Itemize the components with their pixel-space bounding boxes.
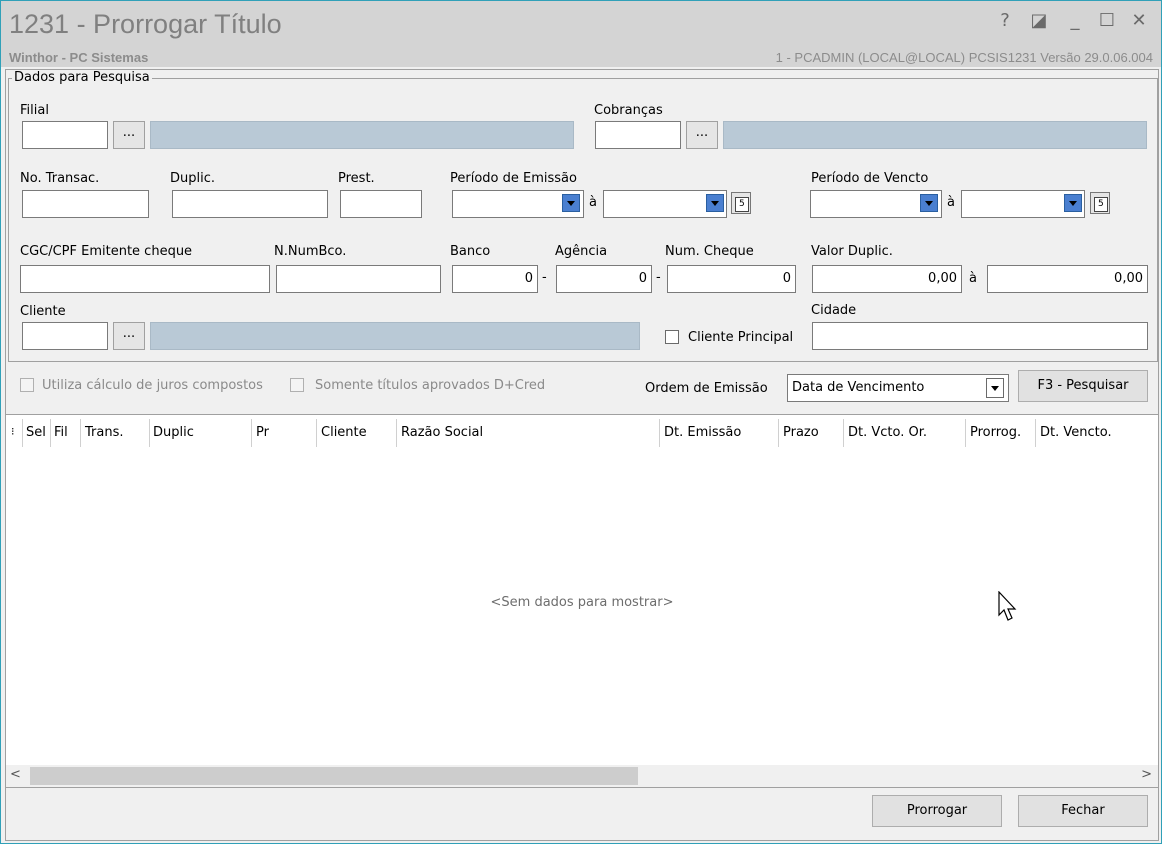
agencia-dash: - — [656, 270, 661, 285]
filial-description — [150, 121, 574, 149]
cliente-label: Cliente — [20, 304, 66, 319]
cobrancas-lookup-button[interactable]: ... — [686, 121, 718, 149]
horizontal-scrollbar[interactable]: < > — [6, 765, 1158, 787]
column-header-duplic[interactable]: Duplic — [153, 425, 194, 440]
aprovados-label: Somente títulos aprovados D+Cred — [315, 378, 546, 393]
num-cheque-label: Num. Cheque — [665, 244, 754, 259]
column-header-dt-vencto[interactable]: Dt. Vencto. — [1040, 425, 1112, 440]
periodo-emissao-label: Período de Emissão — [450, 171, 577, 186]
cliente-input[interactable] — [22, 322, 108, 350]
window-title: 1231 - Prorrogar Título — [9, 9, 282, 39]
grid-menu-icon[interactable]: ⁝ — [11, 425, 15, 438]
aprovados-checkbox[interactable] — [290, 378, 304, 392]
no-transac-input[interactable] — [22, 190, 149, 218]
ordem-emissao-select[interactable]: Data de Vencimento — [787, 374, 1009, 402]
pesquisar-button[interactable]: F3 - Pesquisar — [1018, 370, 1148, 402]
agencia-input[interactable]: 0 — [556, 265, 652, 293]
title-bar: 1231 - Prorrogar Título Winthor - PC Sis… — [1, 1, 1161, 67]
maximize-button[interactable]: ☐ — [1095, 9, 1119, 33]
scrollbar-thumb[interactable] — [30, 767, 638, 785]
valor-duplic-label: Valor Duplic. — [811, 244, 893, 259]
juros-compostos-checkbox[interactable] — [20, 378, 34, 392]
banco-dash: - — [542, 270, 547, 285]
scroll-right-icon[interactable]: > — [1141, 767, 1152, 782]
cgc-label: CGC/CPF Emitente cheque — [20, 244, 193, 259]
app-subtitle: Winthor - PC Sistemas — [9, 50, 149, 65]
chevron-down-icon[interactable] — [562, 194, 580, 212]
prest-input[interactable] — [340, 190, 422, 218]
chevron-down-icon[interactable] — [706, 194, 724, 212]
cobrancas-input[interactable] — [595, 121, 681, 149]
valor-to-label: à — [969, 271, 977, 286]
emissao-to-label: à — [589, 195, 597, 210]
column-header-razao-social[interactable]: Razão Social — [401, 425, 483, 440]
cliente-description — [150, 322, 640, 350]
duplic-input[interactable] — [172, 190, 328, 218]
scroll-left-icon[interactable]: < — [10, 767, 21, 782]
banco-label: Banco — [450, 244, 491, 259]
content-panel: Dados para Pesquisa Filial ... Cobranças… — [5, 69, 1159, 841]
column-header-prazo[interactable]: Prazo — [783, 425, 819, 440]
fechar-button[interactable]: Fechar — [1018, 795, 1148, 827]
column-header-prorrog[interactable]: Prorrog. — [970, 425, 1021, 440]
filial-lookup-button[interactable]: ... — [113, 121, 145, 149]
periodo-vencto-label: Período de Vencto — [811, 171, 929, 186]
results-grid[interactable]: ⁝ Sel Fil Trans. Duplic Pr Cliente Razão… — [6, 414, 1158, 788]
prest-label: Prest. — [338, 171, 375, 186]
chevron-down-icon[interactable] — [986, 378, 1004, 398]
mouse-cursor-icon — [998, 591, 1017, 621]
chevron-down-icon[interactable] — [1064, 194, 1082, 212]
restore-icon[interactable]: ◪ — [1027, 9, 1051, 33]
column-header-pr[interactable]: Pr — [256, 425, 269, 440]
cliente-principal-checkbox[interactable] — [665, 330, 679, 344]
chevron-down-icon[interactable] — [920, 194, 938, 212]
session-info: 1 - PCADMIN (LOCAL@LOCAL) PCSIS1231 Vers… — [775, 50, 1153, 65]
cliente-principal-label: Cliente Principal — [688, 330, 794, 345]
calendar-icon[interactable] — [1090, 192, 1110, 214]
calendar-icon[interactable] — [731, 192, 751, 214]
help-button[interactable]: ? — [993, 9, 1017, 33]
cobrancas-label: Cobranças — [594, 103, 663, 118]
column-header-sel[interactable]: Sel — [26, 425, 46, 440]
juros-compostos-label: Utiliza cálculo de juros compostos — [42, 378, 263, 393]
cobrancas-description — [723, 121, 1147, 149]
column-header-fil[interactable]: Fil — [54, 425, 68, 440]
banco-input[interactable]: 0 — [452, 265, 538, 293]
valor-to-input[interactable]: 0,00 — [987, 265, 1148, 293]
prorrogar-button[interactable]: Prorrogar — [872, 795, 1002, 827]
cliente-lookup-button[interactable]: ... — [113, 322, 145, 350]
filial-input[interactable] — [22, 121, 108, 149]
main-window: 1231 - Prorrogar Título Winthor - PC Sis… — [0, 0, 1162, 844]
duplic-label: Duplic. — [170, 171, 216, 186]
ordem-emissao-value: Data de Vencimento — [792, 380, 925, 395]
search-group-title: Dados para Pesquisa — [12, 70, 152, 85]
column-header-dt-emissao[interactable]: Dt. Emissão — [664, 425, 741, 440]
filial-label: Filial — [20, 103, 49, 118]
vencto-to-label: à — [947, 195, 955, 210]
cgc-input[interactable] — [20, 265, 270, 293]
close-button[interactable]: ✕ — [1127, 9, 1151, 33]
column-header-cliente[interactable]: Cliente — [321, 425, 367, 440]
minimize-button[interactable]: _ — [1063, 9, 1087, 33]
column-header-trans[interactable]: Trans. — [85, 425, 124, 440]
empty-message: <Sem dados para mostrar> — [490, 595, 674, 610]
cidade-input[interactable] — [812, 322, 1148, 350]
no-transac-label: No. Transac. — [20, 171, 100, 186]
column-header-dt-vcto-or[interactable]: Dt. Vcto. Or. — [848, 425, 927, 440]
numbco-label: N.NumBco. — [274, 244, 347, 259]
ordem-emissao-label: Ordem de Emissão — [645, 381, 768, 396]
agencia-label: Agência — [555, 244, 608, 259]
valor-from-input[interactable]: 0,00 — [812, 265, 962, 293]
num-cheque-input[interactable]: 0 — [667, 265, 796, 293]
numbco-input[interactable] — [276, 265, 441, 293]
cidade-label: Cidade — [811, 303, 857, 318]
